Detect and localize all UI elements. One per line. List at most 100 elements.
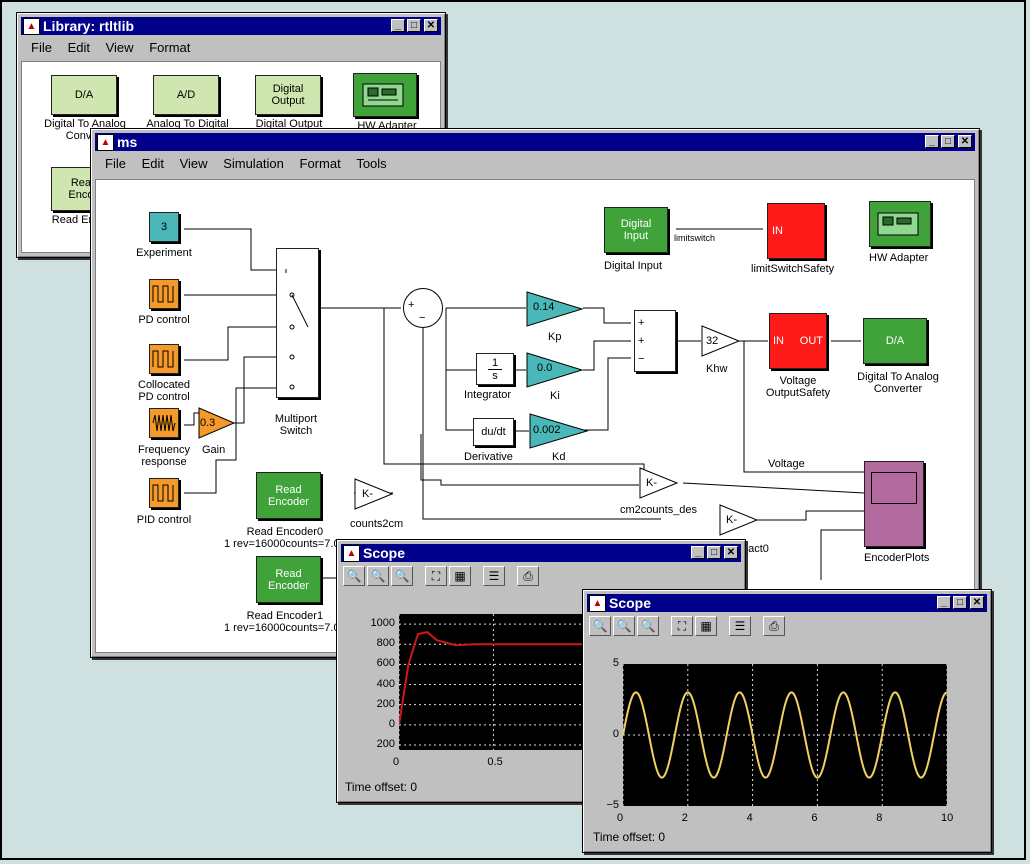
- menu-view[interactable]: View: [106, 40, 134, 55]
- circuit-board-icon: [877, 212, 919, 236]
- read-encoder0-block[interactable]: Read Encoder: [256, 472, 321, 519]
- encoder-plots-scope-block[interactable]: [864, 461, 924, 547]
- da-converter-block[interactable]: D/A: [863, 318, 927, 364]
- y-tick-label: 0: [388, 717, 395, 730]
- experiment-constant-block[interactable]: 3: [149, 212, 179, 242]
- zoom-icon[interactable]: 🔍: [589, 616, 611, 636]
- x-tick-label: 0: [617, 812, 624, 824]
- digital-output-block[interactable]: Digital Output: [255, 75, 321, 115]
- close-button[interactable]: ✕: [724, 546, 738, 559]
- menu-view[interactable]: View: [180, 156, 208, 171]
- da-block[interactable]: D/A: [51, 75, 117, 115]
- scope-icon: [871, 472, 917, 504]
- minimize-button[interactable]: _: [937, 596, 951, 609]
- frequency-response-label: Frequency response: [138, 444, 190, 468]
- ad-block[interactable]: A/D: [153, 75, 219, 115]
- pd-control-block[interactable]: [149, 279, 179, 309]
- matlab-icon: ▲: [589, 595, 606, 612]
- act0-label: _act0: [742, 543, 769, 555]
- close-button[interactable]: ✕: [958, 135, 972, 148]
- maximize-button[interactable]: □: [407, 19, 421, 32]
- ki-gain-block[interactable]: [526, 352, 586, 388]
- zoom-y-icon[interactable]: 🔍: [391, 566, 413, 586]
- time-offset: Time offset: 0: [593, 830, 666, 844]
- act0-value: K-: [726, 514, 737, 526]
- scope1-titlebar[interactable]: ▲ Scope _ □ ✕: [341, 544, 741, 562]
- menu-edit[interactable]: Edit: [142, 156, 164, 171]
- series-line: [399, 631, 611, 734]
- zoom-x-icon[interactable]: 🔍: [367, 566, 389, 586]
- sum-minus-sign: −: [419, 312, 426, 324]
- x-tick-label: 2: [681, 812, 688, 824]
- da-converter-label: Digital To Analog Converter: [857, 371, 939, 395]
- ki-label: Ki: [550, 390, 560, 402]
- menu-tools[interactable]: Tools: [356, 156, 386, 171]
- circuit-board-icon: [362, 83, 404, 107]
- chirp-icon: [152, 414, 176, 432]
- x-tick-label: 0: [393, 756, 400, 768]
- collocated-pd-block[interactable]: [149, 344, 179, 374]
- limit-switch-safety-block[interactable]: IN: [767, 203, 825, 259]
- sum2-block[interactable]: + + −: [634, 310, 676, 372]
- matlab-icon: ▲: [343, 545, 360, 562]
- print-icon[interactable]: ⎙: [763, 616, 785, 636]
- counts2cm-gain-block[interactable]: [354, 478, 396, 510]
- scope2-window: ▲ Scope _ □ ✕ 🔍 🔍 🔍 ⛶ ▦ ☰ ⎙ Time offset:…: [582, 589, 992, 853]
- minimize-button[interactable]: _: [391, 19, 405, 32]
- sum-plus-sign: +: [408, 299, 415, 311]
- window-title: Scope: [609, 595, 652, 611]
- print-icon[interactable]: ⎙: [517, 566, 539, 586]
- digital-input-block[interactable]: Digital Input: [604, 207, 668, 253]
- close-button[interactable]: ✕: [424, 19, 438, 32]
- library-titlebar[interactable]: ▲ Library: rtltlib _ □ ✕: [21, 17, 441, 35]
- menu-format[interactable]: Format: [149, 40, 190, 55]
- hw-adapter-block[interactable]: [353, 73, 417, 117]
- menu-format[interactable]: Format: [300, 156, 341, 171]
- model-menubar: File Edit View Simulation Format Tools: [95, 153, 975, 175]
- menu-file[interactable]: File: [31, 40, 52, 55]
- multiport-switch-block[interactable]: [276, 248, 319, 398]
- model-titlebar[interactable]: ▲ ms _ □ ✕: [95, 133, 975, 151]
- save-axes-icon[interactable]: ▦: [695, 616, 717, 636]
- minimize-button[interactable]: _: [925, 135, 939, 148]
- digital-input-label: Digital Input: [604, 260, 663, 272]
- frequency-response-block[interactable]: [149, 408, 179, 438]
- time-offset: Time offset: 0: [345, 780, 418, 794]
- maximize-button[interactable]: □: [941, 135, 955, 148]
- library-menubar: File Edit View Format: [21, 37, 441, 59]
- maximize-button[interactable]: □: [707, 546, 721, 559]
- pulse-generator-icon: [152, 484, 174, 502]
- zoom-x-icon[interactable]: 🔍: [613, 616, 635, 636]
- minimize-button[interactable]: _: [691, 546, 705, 559]
- menu-file[interactable]: File: [105, 156, 126, 171]
- save-axes-icon[interactable]: ▦: [449, 566, 471, 586]
- limit-switch-safety-label: limitSwitchSafety: [751, 263, 835, 275]
- parameters-icon[interactable]: ☰: [729, 616, 751, 636]
- integrator-block[interactable]: 1 s: [476, 353, 514, 385]
- derivative-block[interactable]: du/dt: [473, 418, 514, 446]
- autoscale-binoculars-icon[interactable]: ⛶: [425, 566, 447, 586]
- y-tick-label: −5: [606, 799, 619, 811]
- y-tick-label: 200: [376, 737, 395, 750]
- matlab-icon: ▲: [97, 134, 114, 151]
- kp-value: 0.14: [533, 301, 555, 313]
- y-tick-label: 400: [376, 677, 395, 690]
- counts2cm-value: K-: [362, 488, 373, 500]
- parameters-icon[interactable]: ☰: [483, 566, 505, 586]
- menu-edit[interactable]: Edit: [68, 40, 90, 55]
- read-encoder1-block[interactable]: Read Encoder: [256, 556, 321, 603]
- close-button[interactable]: ✕: [970, 596, 984, 609]
- experiment-label: Experiment: [136, 247, 192, 259]
- scope2-titlebar[interactable]: ▲ Scope _ □ ✕: [587, 594, 987, 612]
- menu-simulation[interactable]: Simulation: [223, 156, 284, 171]
- collocated-pd-label: Collocated PD control: [138, 379, 190, 403]
- voltage-output-safety-block[interactable]: IN OUT: [769, 313, 827, 369]
- hw-adapter-block[interactable]: [869, 201, 931, 247]
- pid-control-block[interactable]: [149, 478, 179, 508]
- x-tick-label: 0.5: [487, 756, 503, 768]
- autoscale-binoculars-icon[interactable]: ⛶: [671, 616, 693, 636]
- maximize-button[interactable]: □: [953, 596, 967, 609]
- out-port-label: OUT: [799, 335, 823, 347]
- zoom-icon[interactable]: 🔍: [343, 566, 365, 586]
- zoom-y-icon[interactable]: 🔍: [637, 616, 659, 636]
